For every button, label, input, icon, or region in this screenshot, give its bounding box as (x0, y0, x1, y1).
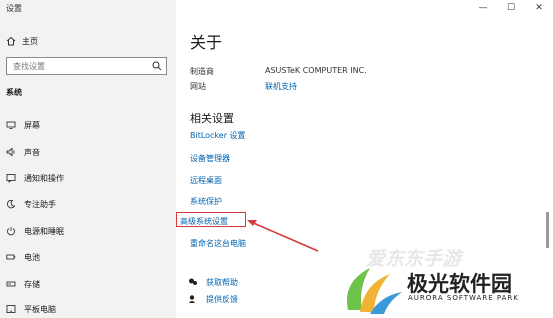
display-icon (6, 121, 16, 129)
notification-icon (6, 174, 16, 183)
home-icon (6, 36, 16, 46)
power-icon (7, 227, 15, 236)
sidebar-item-label: 声音 (24, 147, 40, 157)
window-title: 设置 (6, 4, 22, 13)
watermark-logo (346, 268, 402, 314)
sidebar-item-tablet[interactable]: 平板电脑 (6, 303, 56, 315)
tablet-icon (6, 305, 16, 313)
sidebar-item-label: 平板电脑 (24, 304, 56, 314)
sidebar-item-label: 屏幕 (24, 120, 40, 130)
feedback-link[interactable]: 提供反馈 (188, 293, 238, 305)
get-help-label: 获取帮助 (206, 277, 238, 287)
sidebar-item-label: 电池 (24, 252, 40, 262)
sidebar-item-display[interactable]: 屏幕 (6, 119, 40, 131)
sidebar-item-label: 存储 (24, 279, 40, 289)
home-nav-item[interactable]: 主页 (6, 35, 38, 47)
help-icon (189, 278, 197, 285)
section-header: 系统 (6, 88, 22, 97)
sidebar-item-battery[interactable]: 电池 (6, 251, 40, 263)
sidebar-item-label: 专注助手 (24, 199, 56, 209)
home-label: 主页 (22, 36, 38, 46)
sidebar-item-label: 通知和操作 (24, 173, 64, 183)
search-input[interactable]: 查找设置 (13, 61, 45, 72)
storage-icon (6, 281, 16, 287)
sidebar-item-storage[interactable]: 存储 (6, 278, 40, 290)
sidebar-item-sound[interactable]: 声音 (6, 146, 40, 158)
get-help-link[interactable]: 获取帮助 (188, 276, 238, 288)
sidebar-item-power[interactable]: 电源和睡眠 (6, 225, 64, 237)
sidebar-item-focus-assist[interactable]: 专注助手 (6, 198, 56, 210)
search-box[interactable]: 查找设置 (6, 57, 167, 75)
sidebar: 设置 主页 查找设置 系统 屏幕 声音 通知和操作 专注助手 电源和睡眠 电池 … (0, 0, 176, 318)
sidebar-item-notifications[interactable]: 通知和操作 (6, 172, 64, 184)
watermark-brand-sub: AURORA SOFTWARE PARK (408, 294, 519, 302)
feedback-label: 提供反馈 (206, 294, 238, 304)
search-icon[interactable] (152, 61, 162, 71)
speaker-icon (6, 147, 15, 157)
battery-icon (6, 254, 16, 260)
scrollbar-thumb[interactable] (546, 212, 549, 248)
sidebar-item-label: 电源和睡眠 (24, 226, 64, 236)
moon-icon (7, 199, 16, 209)
feedback-icon (189, 295, 195, 303)
